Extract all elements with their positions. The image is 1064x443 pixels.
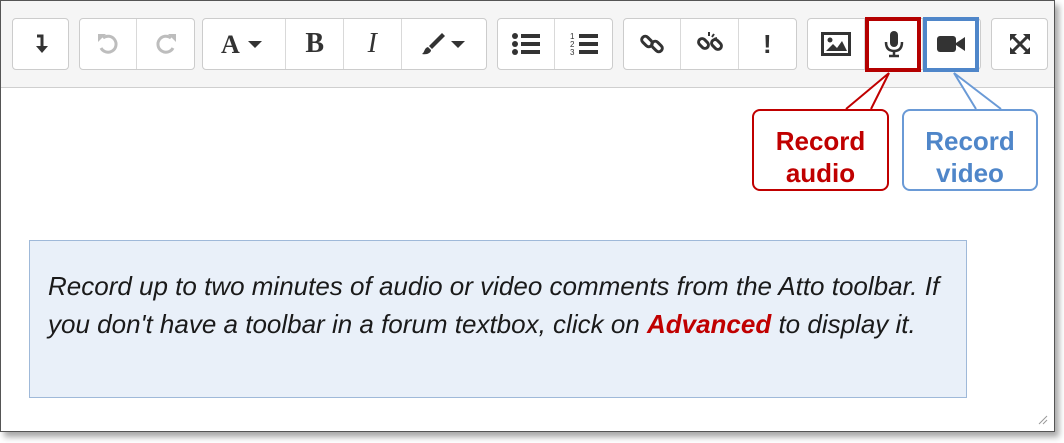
callout-video-line1: Record xyxy=(925,126,1015,156)
callout-video-line2: video xyxy=(936,158,1004,188)
callout-audio-line1: Record xyxy=(775,126,866,156)
callout-pointers xyxy=(845,72,1002,110)
resize-handle-icon[interactable] xyxy=(1038,415,1048,425)
callout-audio-line2: audio xyxy=(785,158,856,188)
atto-editor: A B I 1 2 3 ! Record audio Record video … xyxy=(0,0,1055,432)
note-text-after: to display it. xyxy=(771,309,916,339)
note-advanced-emphasis: Advanced xyxy=(646,309,772,339)
record-video-callout: Record video xyxy=(902,109,1038,191)
instruction-note: Record up to two minutes of audio or vid… xyxy=(29,240,967,398)
record-audio-callout: Record audio xyxy=(752,109,889,191)
